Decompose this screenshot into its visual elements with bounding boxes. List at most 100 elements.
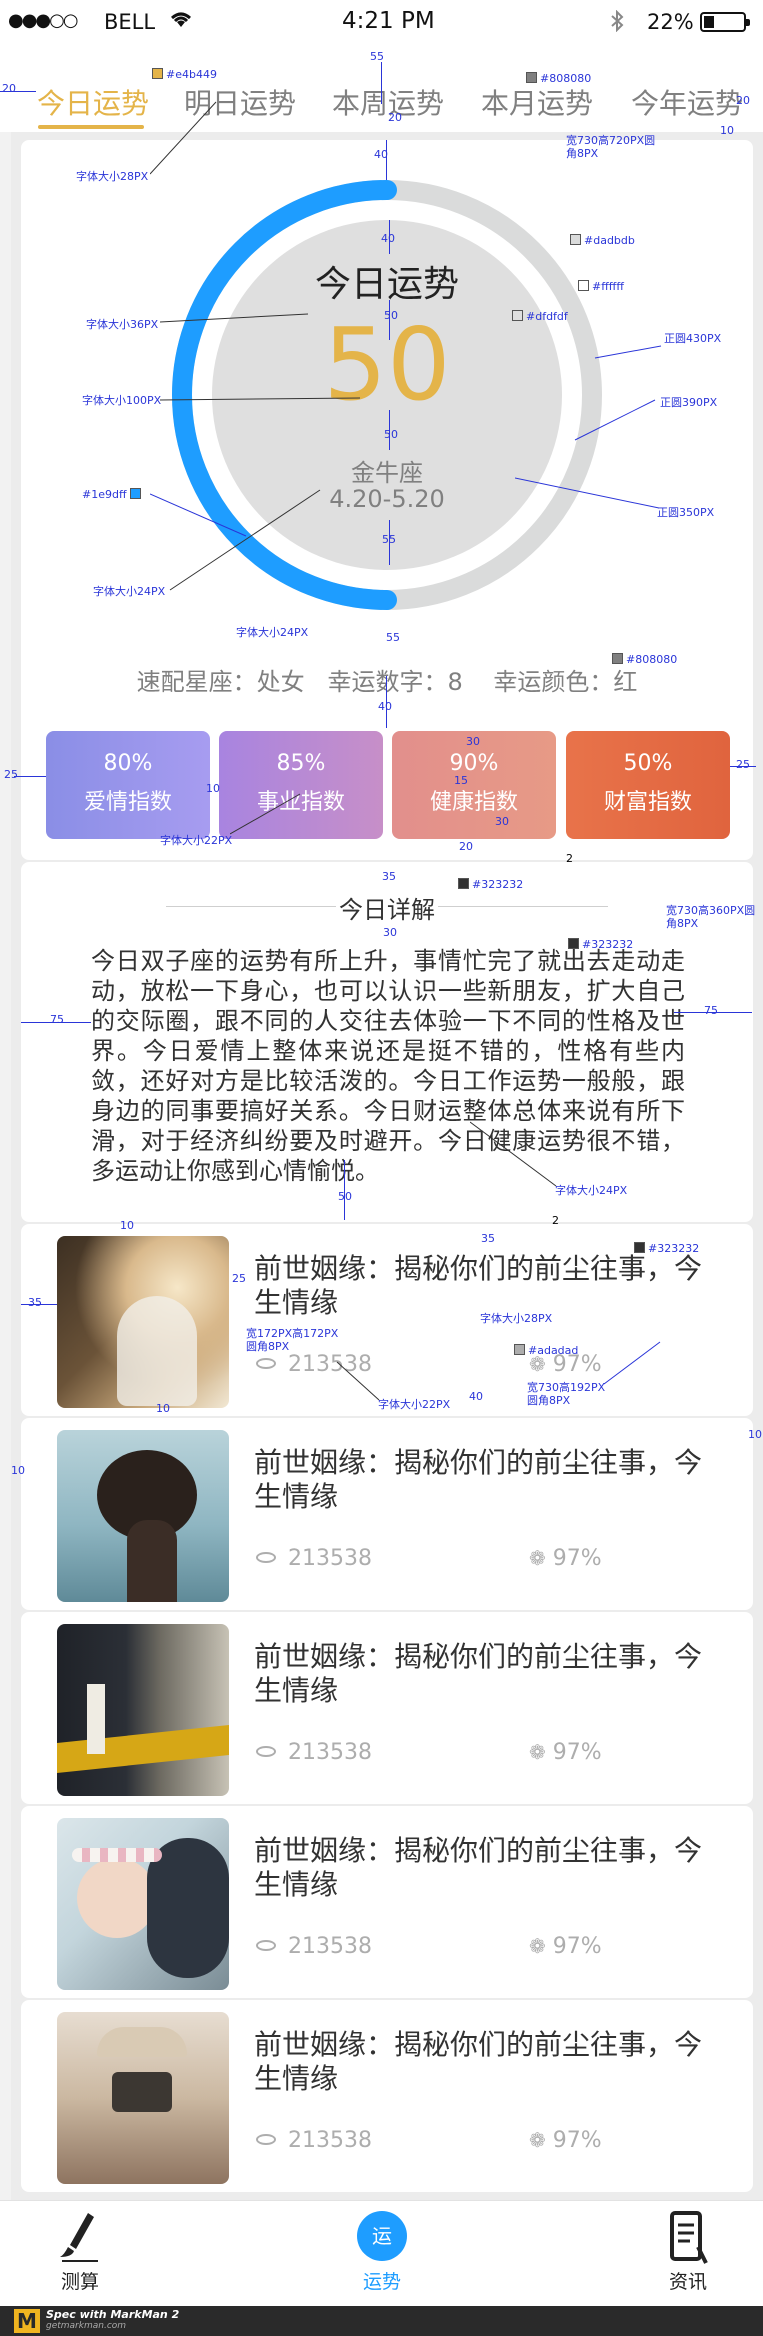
markman-footer: M Spec with MarkMan 2 getmarkman.com: [0, 2306, 763, 2336]
nav-news[interactable]: 资讯: [658, 2211, 718, 2301]
tab-year[interactable]: 今年运势: [631, 82, 743, 122]
index-love[interactable]: 80% 爱情指数: [46, 731, 210, 839]
spec-tile-20: 20: [459, 840, 473, 853]
battery-icon: [700, 12, 750, 32]
index-health-value: 90%: [449, 751, 499, 776]
fortune-badge-icon: 运: [357, 2211, 407, 2261]
eye-icon: [256, 1358, 276, 1369]
nav-calc[interactable]: 测算: [50, 2211, 110, 2301]
spec-title-font: 字体大小36PX: [86, 318, 159, 331]
spec-tab-font: 字体大小28PX: [76, 170, 149, 183]
detail-body: 今日双子座的运势有所上升，事情忙完了就出去走动走动，放松一下身心，也可以认识一些…: [91, 947, 685, 1185]
view-count: 213538: [288, 2128, 372, 2153]
news-card[interactable]: 前世姻缘：揭秘你们的前尘往事，今生情缘 213538 ❁ 97%: [21, 1612, 753, 1804]
detail-divider-right: [438, 906, 608, 907]
markman-logo-icon: M: [14, 2309, 40, 2333]
news-card[interactable]: 前世姻缘：揭秘你们的前尘往事，今生情缘 213538 ❁ 97%: [21, 1418, 753, 1610]
spec-tile-30b: 30: [495, 815, 509, 828]
like-rate-icon: ❁: [528, 1546, 546, 1570]
wifi-icon: [168, 9, 194, 34]
spec-ten-a: 10: [720, 124, 734, 137]
spec-tile-15: 15: [454, 774, 468, 787]
spec-news-thumb-size: 宽172PX高172PX 圆角8PX: [246, 1327, 339, 1353]
index-wealth-name: 财富指数: [603, 790, 692, 815]
news-card[interactable]: 前世姻缘：揭秘你们的前尘往事，今生情缘 213538 ❁ 97%: [21, 1806, 753, 1998]
lucky-info: 速配星座：处女 幸运数字：8 幸运颜色：红: [136, 668, 638, 696]
news-meta: 213538 ❁ 97%: [256, 1740, 602, 1765]
spec-card1-size: 宽730高720PX圆 角8PX: [566, 134, 656, 160]
spec-tile-left: 25: [4, 768, 18, 781]
bottom-nav: 测算 运 运势 资讯: [0, 2200, 763, 2306]
spec-news-10c: 10: [11, 1464, 25, 1477]
news-title: 前世姻缘：揭秘你们的前尘往事，今生情缘: [254, 1834, 703, 1901]
spec-detail-right: 75: [704, 1004, 718, 1017]
index-wealth-value: 50%: [623, 751, 673, 776]
spec-detail-title-color: #323232: [458, 878, 523, 891]
spec-tile-gap: 10: [206, 782, 220, 795]
nav-fortune-label: 运势: [362, 2271, 401, 2293]
view-count: 213538: [288, 1740, 372, 1765]
battery-percent: 22%: [647, 10, 694, 34]
index-health-name: 健康指数: [429, 790, 518, 815]
like-rate-icon: ❁: [528, 1934, 546, 1958]
spec-lucky-color: #808080: [612, 653, 677, 666]
spec-tab-accent-color: #e4b449: [152, 68, 217, 81]
news-thumb-windblown-hair: [57, 1430, 229, 1602]
news-meta: 213538 ❁ 97%: [256, 2128, 602, 2153]
spec-news-35: 35: [481, 1232, 495, 1245]
view-count: 213538: [288, 1546, 372, 1571]
like-rate-icon: ❁: [528, 1740, 546, 1764]
detail-card: 今日详解 今日双子座的运势有所上升，事情忙完了就出去走动走动，放松一下身心，也可…: [21, 862, 753, 1222]
spec-detail-35: 35: [382, 870, 396, 883]
nav-fortune[interactable]: 运 运势: [351, 2211, 413, 2301]
markman-brand: Spec with MarkMan 2: [46, 2308, 180, 2321]
like-rate: 97%: [552, 1934, 602, 1959]
spec-ring-bottom-gap: 55: [386, 631, 400, 644]
spec-detail-body-color: #323232: [568, 938, 633, 951]
spec-detail-left: 75: [50, 1013, 64, 1026]
spec-margin-left: 20: [2, 82, 16, 95]
index-career-value: 85%: [276, 751, 326, 776]
index-wealth[interactable]: 50% 财富指数: [566, 731, 730, 839]
spec-detail-50: 50: [338, 1190, 352, 1203]
carrier: BELL: [104, 10, 156, 34]
markman-url: getmarkman.com: [46, 2321, 127, 2331]
spec-tab-bottom-gap: 20: [388, 111, 402, 124]
spec-circle390: 正圆390PX: [660, 396, 718, 409]
tab-active-underline: [38, 125, 144, 129]
spec-circle430: 正圆430PX: [664, 332, 722, 345]
like-rate: 97%: [552, 1546, 602, 1571]
news-title: 前世姻缘：揭秘你们的前尘往事，今生情缘: [254, 1640, 703, 1707]
view-count: 213538: [288, 1934, 372, 1959]
news-thumb-camera-girl: [57, 2012, 229, 2184]
spec-news-title-font: 字体大小28PX: [480, 1312, 553, 1325]
spec-inner-40: 40: [381, 232, 395, 245]
spec-tile-font: 字体大小22PX: [160, 834, 233, 847]
spec-news-card-size: 宽730高192PX 圆角8PX: [527, 1381, 606, 1407]
spec-detail-2a: 2: [566, 852, 573, 865]
spec-score-font: 字体大小100PX: [82, 394, 162, 407]
like-rate-icon: ❁: [528, 2128, 546, 2152]
spec-inner-circle-color: #dfdfdf: [512, 310, 568, 323]
tab-today[interactable]: 今日运势: [37, 82, 149, 122]
spec-lucky-font: 字体大小24PX: [236, 626, 309, 639]
spec-news-meta-font: 字体大小22PX: [378, 1398, 451, 1411]
bluetooth-icon: [610, 9, 624, 37]
spec-news-meta-color: #adadad: [514, 1344, 578, 1357]
spec-news-left: 35: [28, 1296, 42, 1309]
tab-month[interactable]: 本月运势: [481, 82, 593, 122]
news-card[interactable]: 前世姻缘：揭秘你们的前尘往事，今生情缘 213538 ❁ 97%: [21, 2000, 753, 2192]
news-thumb-flower-crown: [57, 1818, 229, 1990]
spec-lucky-gap: 40: [378, 700, 392, 713]
spec-ring-bg-color: #dadbdb: [570, 234, 635, 247]
spec-inner-fill-color: #ffffff: [578, 280, 624, 293]
index-love-value: 80%: [103, 751, 153, 776]
spec-news-40: 40: [469, 1390, 483, 1403]
eye-icon: [256, 1746, 276, 1757]
nav-news-label: 资讯: [668, 2271, 707, 2293]
spec-ring-blue-color: #1e9dff: [82, 488, 144, 501]
like-rate: 97%: [552, 2128, 602, 2153]
spec-detail-size: 宽730高360PX圆 角8PX: [666, 904, 756, 930]
news-thumb-street-man: [57, 1624, 229, 1796]
signal-icon: ●●●○○: [8, 10, 79, 31]
